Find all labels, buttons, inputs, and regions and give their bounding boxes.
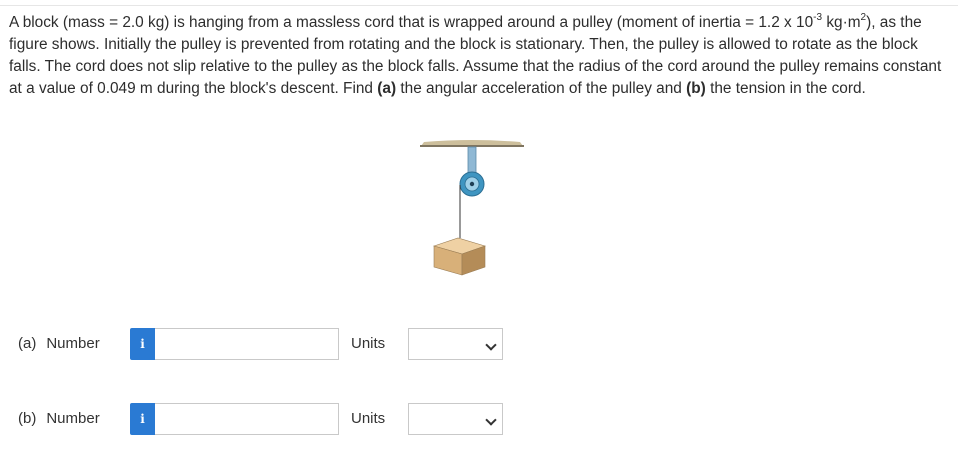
number-label: Number (46, 410, 100, 427)
part-letter: (a) (18, 335, 37, 352)
number-input-b[interactable] (155, 403, 339, 435)
problem-text-part: the angular acceleration of the pulley a… (396, 80, 687, 97)
pulley-block-figure (420, 140, 524, 276)
answer-row-a: (a) Number i Units (0, 327, 958, 361)
part-letter: (b) (18, 410, 37, 427)
number-input-a[interactable] (155, 328, 339, 360)
top-divider (0, 5, 958, 6)
exponent: -3 (813, 11, 823, 23)
info-icon[interactable]: i (130, 328, 155, 360)
part-a-marker: (a) (377, 80, 397, 97)
problem-text-part: A block (mass = 2.0 kg) is hanging from … (9, 14, 814, 31)
problem-text-part: the tension in the cord. (705, 80, 866, 97)
part-b-label: (b) Number (18, 410, 100, 427)
units-label: Units (351, 335, 386, 352)
info-icon[interactable]: i (130, 403, 155, 435)
units-select-b[interactable] (408, 403, 503, 435)
problem-text: A block (mass = 2.0 kg) is hanging from … (9, 12, 944, 100)
answer-row-b: (b) Number i Units (0, 402, 958, 436)
units-label: Units (351, 410, 386, 427)
chevron-down-icon (485, 414, 497, 426)
problem-text-part: kg·m (822, 14, 861, 31)
part-b-marker: (b) (686, 80, 706, 97)
chevron-down-icon (485, 339, 497, 351)
exponent: 2 (860, 11, 867, 23)
number-label: Number (46, 335, 100, 352)
units-select-a[interactable] (408, 328, 503, 360)
part-a-label: (a) Number (18, 335, 100, 352)
